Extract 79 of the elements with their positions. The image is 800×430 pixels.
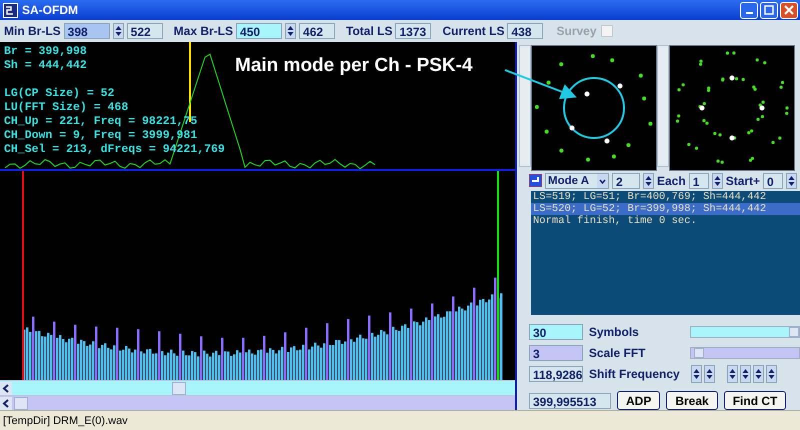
up-down-arrows-icon (742, 368, 749, 380)
maximize-icon (764, 5, 774, 15)
param-field[interactable]: 3 (529, 344, 583, 360)
maximize-button[interactable] (760, 2, 778, 18)
slider[interactable] (690, 346, 800, 358)
slider[interactable] (690, 326, 800, 338)
spin-button[interactable] (704, 364, 715, 382)
close-button[interactable] (780, 2, 798, 18)
param-label: Scale FFT (588, 346, 646, 360)
minimize-button[interactable] (740, 2, 758, 18)
param-field[interactable]: 30 (529, 324, 583, 340)
up-down-arrows-icon (755, 368, 762, 380)
spin-button[interactable] (691, 364, 702, 382)
readout-text: LU(FFT Size) = 468 (4, 101, 130, 115)
mode-value-field[interactable]: 2 (612, 172, 640, 189)
scroll-thumb[interactable] (14, 396, 28, 410)
readout-text: LG(CP Size) = 52 (4, 87, 116, 101)
min-br-ls-field[interactable]: 398 (64, 23, 110, 39)
scroll-bar[interactable] (657, 45, 669, 167)
action-button[interactable]: ADP (617, 391, 660, 410)
param-label: Shift Frequency (589, 366, 681, 380)
result-field: 399,995513 (529, 392, 611, 408)
up-down-arrows-icon (706, 368, 713, 380)
minimize-icon (746, 12, 752, 14)
left-arrow-icon (0, 382, 12, 394)
slider-thumb[interactable] (789, 326, 800, 336)
reset-button[interactable] (529, 174, 542, 188)
each-label: Each (657, 174, 686, 188)
each-field[interactable]: 1 (688, 172, 709, 189)
value-field: 462 (299, 23, 336, 39)
action-button[interactable]: Find CT (724, 391, 786, 410)
up-down-arrows-icon (714, 174, 721, 187)
spin-button[interactable] (753, 364, 764, 382)
scroll-bar[interactable] (0, 395, 515, 410)
spin-button[interactable] (740, 364, 751, 382)
readout-text: Sh = 444,442 (4, 59, 88, 73)
status-text: [TempDir] DRM_E(0).wav (3, 414, 128, 426)
checkbox-icon (600, 25, 613, 37)
spin-button[interactable] (766, 364, 777, 382)
spin-button[interactable] (643, 172, 654, 189)
up-down-arrows-icon (114, 25, 122, 37)
log-line[interactable]: LS=519; LG=51; Br=400,769; Sh=444,442 (531, 190, 800, 203)
total-ls-label: Total LS (346, 24, 392, 38)
up-down-arrows-icon (645, 174, 652, 187)
window-title: SA-OFDM (22, 3, 78, 17)
up-down-arrows-icon (287, 25, 294, 37)
min-br-ls-label: Min Br-LS (4, 24, 61, 38)
annotation-text: Main mode per Ch - PSK-4 (235, 55, 473, 77)
current-ls-label: Current LS (442, 24, 504, 38)
scroll-thumb[interactable] (172, 382, 186, 394)
scroll-bar[interactable] (519, 45, 531, 167)
max-br-ls-field[interactable]: 450 (236, 23, 282, 39)
up-down-arrows-icon (693, 368, 700, 380)
param-field[interactable]: 118,9286 (529, 366, 583, 382)
up-down-arrows-icon (729, 368, 736, 380)
left-arrow-icon (0, 396, 12, 410)
spin-button[interactable] (727, 364, 738, 382)
app-icon (3, 2, 18, 18)
log-line[interactable]: Normal finish, time 0 sec. (531, 214, 800, 227)
chevron-down-icon (597, 174, 608, 188)
current-ls-field: 438 (507, 23, 544, 39)
start-label: Start+ (726, 174, 760, 188)
start-field[interactable]: 0 (763, 172, 784, 189)
value-field: 522 (126, 23, 163, 39)
spin-button[interactable] (112, 23, 124, 39)
spin-button[interactable] (786, 172, 798, 189)
spin-button[interactable] (712, 172, 723, 189)
action-button[interactable]: Break (666, 391, 718, 410)
close-icon (784, 5, 794, 15)
spin-button[interactable] (285, 23, 296, 39)
slider-thumb[interactable] (694, 348, 704, 358)
scroll-bar[interactable] (0, 380, 515, 395)
param-label: Symbols (588, 324, 640, 338)
mode-dropdown[interactable]: Mode A (545, 172, 609, 189)
total-ls-field: 1373 (395, 23, 432, 39)
up-down-arrows-icon (788, 174, 796, 187)
readout-text: Br = 399,998 (4, 45, 88, 59)
max-br-ls-label: Max Br-LS (174, 24, 234, 38)
up-down-arrows-icon (768, 368, 775, 380)
